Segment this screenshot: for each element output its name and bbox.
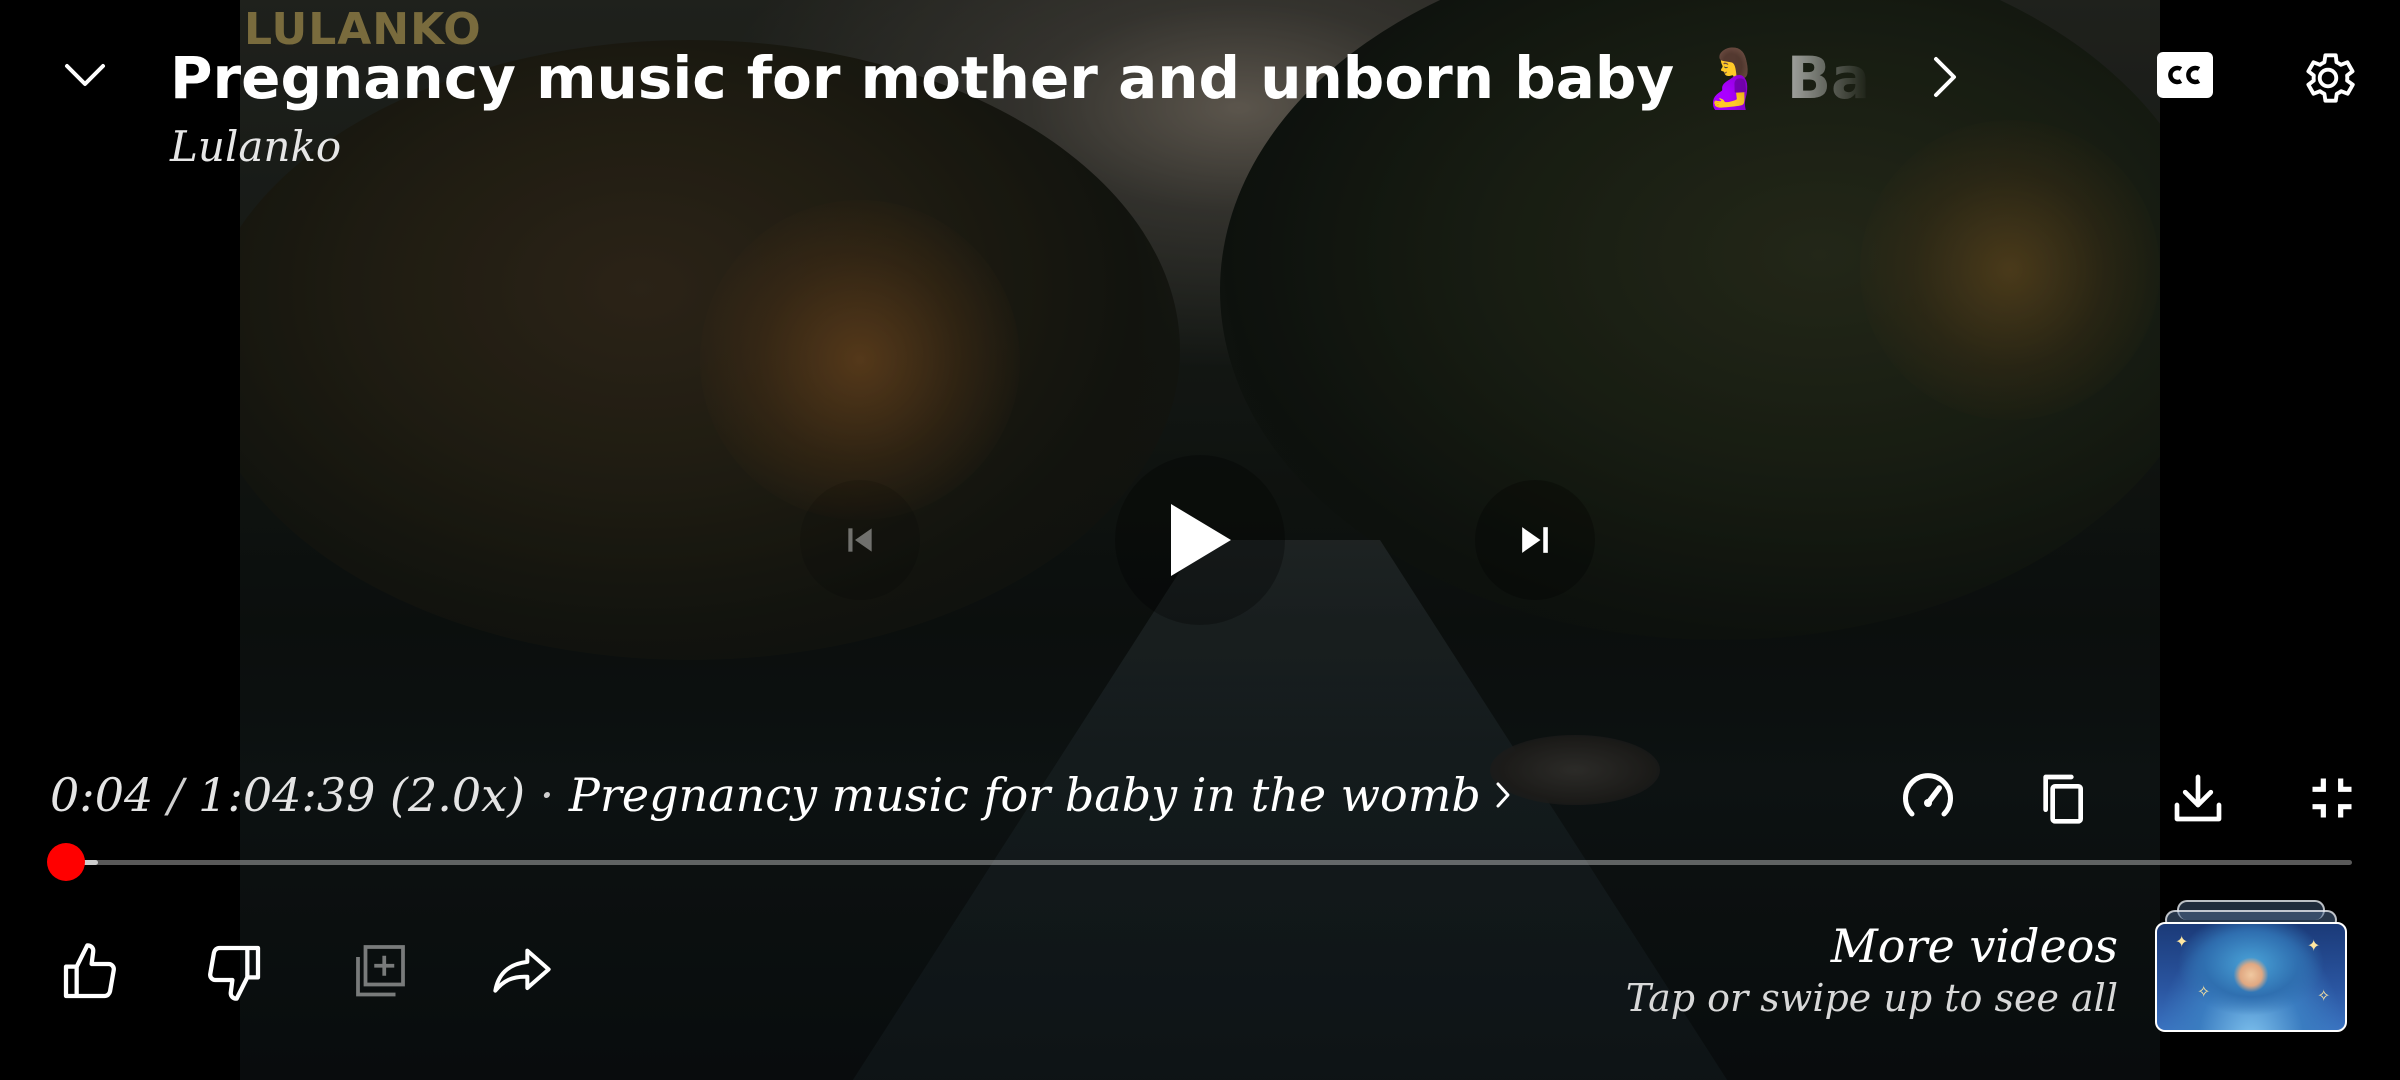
collapse-player-button[interactable] [50, 40, 120, 110]
exit-fullscreen-button[interactable] [2292, 758, 2372, 838]
seek-bar[interactable] [47, 843, 2352, 881]
save-to-playlist-button[interactable] [338, 932, 418, 1012]
chevron-right-icon [1495, 781, 1511, 809]
star-icon: ✦ [2175, 932, 2189, 951]
playlist-add-icon [356, 945, 405, 997]
speedometer-icon [1903, 773, 1953, 817]
copy-button[interactable] [2022, 758, 2102, 838]
settings-button[interactable] [2290, 40, 2366, 116]
copy-icon [2043, 774, 2083, 824]
skip-next-icon [1522, 527, 1548, 553]
current-time: 0:04 [50, 768, 154, 822]
chapter-title[interactable]: Pregnancy music for baby in the womb [569, 768, 1481, 822]
more-videos-title: More videos [1830, 919, 2118, 973]
total-duration: 1:04:39 [198, 768, 376, 822]
video-title[interactable]: Pregnancy music for mother and unborn ba… [170, 40, 1870, 116]
gear-icon [2306, 53, 2355, 103]
fullscreen-exit-icon [2312, 778, 2352, 818]
video-player[interactable]: LULANKO Pregnancy music for mother and u… [0, 0, 2400, 1080]
download-button[interactable] [2158, 758, 2238, 838]
time-separator: / [153, 768, 199, 822]
chapter-separator: · [525, 768, 569, 822]
title-expand-button[interactable] [1920, 42, 1970, 112]
share-button[interactable] [482, 932, 562, 1012]
download-icon [2174, 774, 2222, 822]
next-video-button[interactable] [1475, 480, 1595, 600]
playback-speed-label: (2.0x) [390, 768, 526, 822]
share-arrow-icon [493, 948, 551, 993]
playback-speed-button[interactable] [1888, 758, 1968, 838]
like-button[interactable] [50, 932, 130, 1012]
star-icon: ✧ [2197, 982, 2211, 1001]
more-videos-prompt[interactable]: More videos Tap or swipe up to see all [1626, 918, 2118, 1022]
chevron-down-icon [65, 64, 105, 86]
play-button[interactable] [1115, 455, 1285, 625]
thumbs-down-icon [208, 945, 261, 1001]
more-videos-thumbnail[interactable]: ✦ ✦ ✧ ✧ [2155, 900, 2347, 1032]
more-videos-subtitle: Tap or swipe up to see all [1625, 976, 2118, 1020]
seek-bar-thumb[interactable] [47, 843, 86, 881]
channel-name[interactable]: Lulanko [170, 122, 341, 171]
thumbs-up-icon [63, 943, 116, 999]
sleeping-baby-thumbnail-image: ✦ ✦ ✧ ✧ [2155, 922, 2347, 1032]
chevron-right-icon [1934, 57, 1956, 97]
skip-previous-icon [848, 528, 872, 552]
star-icon: ✦ [2307, 936, 2321, 955]
dislike-button[interactable] [194, 932, 274, 1012]
cc-icon [2157, 52, 2213, 98]
captions-button[interactable] [2150, 40, 2220, 110]
time-and-chapter-row[interactable]: 0:04 / 1:04:39 (2.0x) · Pregnancy music … [50, 762, 1511, 828]
play-icon [1171, 504, 1231, 576]
previous-video-button[interactable] [800, 480, 920, 600]
star-icon: ✧ [2317, 986, 2331, 1005]
